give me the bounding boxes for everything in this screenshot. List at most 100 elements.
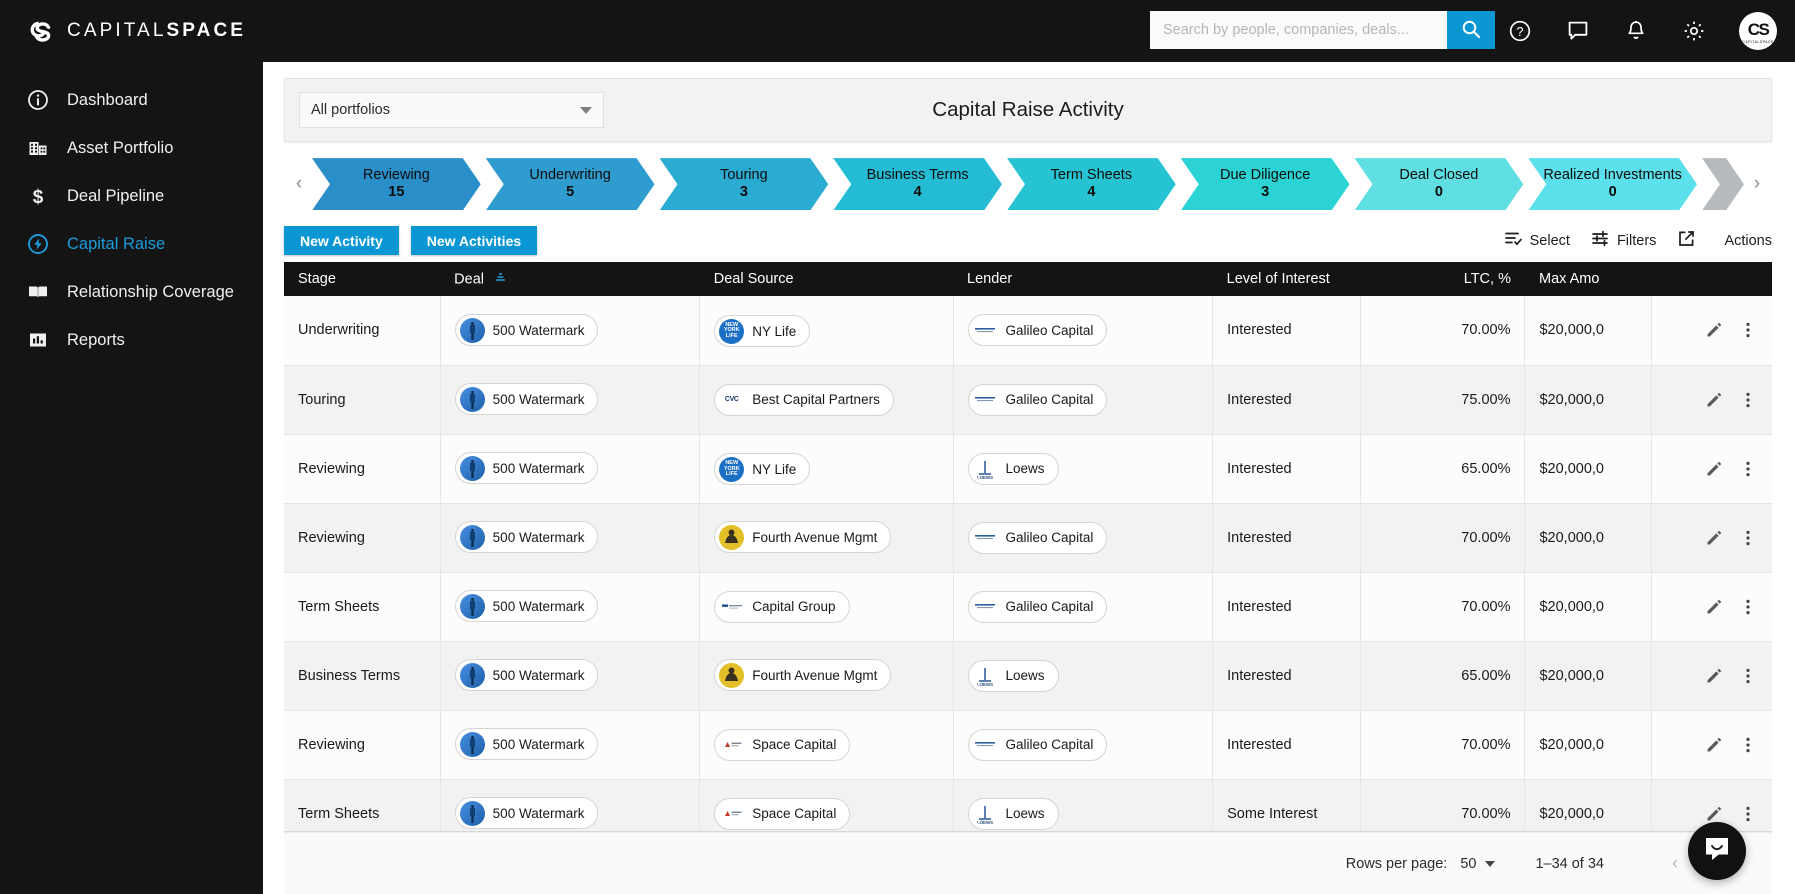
deal-chip[interactable]: 500 Watermark — [454, 797, 599, 830]
deal-chip[interactable]: 500 Watermark — [454, 452, 599, 485]
more-vertical-icon[interactable] — [1738, 320, 1758, 340]
column-header-deal-source[interactable]: Deal Source — [699, 262, 954, 297]
sidebar-item-reports[interactable]: Reports — [0, 316, 263, 364]
pencil-icon[interactable] — [1704, 528, 1724, 548]
source-chip[interactable]: CVC Best Capital Partners — [714, 383, 894, 416]
stage-label: Realized Investments — [1543, 167, 1682, 184]
rows-per-page-select[interactable]: 50 — [1460, 856, 1496, 872]
source-chip[interactable]: Fourth Avenue Mgmt — [714, 521, 892, 554]
table-row[interactable]: Reviewing 500 Watermark NEW YORK LIFE NY Li… — [284, 434, 1772, 504]
lender-chip[interactable]: Galileo Capital — [967, 383, 1108, 416]
source-chip[interactable]: NEW YORK LIFE NY Life — [714, 315, 811, 348]
column-header-ltc[interactable]: LTC, % — [1360, 262, 1525, 297]
more-vertical-icon[interactable] — [1738, 390, 1758, 410]
select-button[interactable]: Select — [1504, 229, 1570, 252]
search-input[interactable] — [1150, 11, 1447, 49]
deal-chip[interactable]: 500 Watermark — [454, 314, 599, 347]
stage-touring[interactable]: Touring 3 — [660, 158, 829, 210]
lender-chip[interactable]: LOEWS Loews — [967, 452, 1059, 485]
portfolio-filter-select[interactable]: All portfolios — [299, 92, 604, 129]
more-vertical-icon[interactable] — [1738, 666, 1758, 686]
stage-reviewing[interactable]: Reviewing 15 — [312, 158, 481, 210]
pencil-icon[interactable] — [1704, 320, 1724, 340]
table-row[interactable]: Touring 500 Watermark CVC Best Capital Pa… — [284, 365, 1772, 435]
source-chip[interactable]: Space Capital — [714, 797, 851, 830]
pencil-icon[interactable] — [1704, 804, 1724, 824]
column-header-lender[interactable]: Lender — [953, 262, 1213, 297]
more-vertical-icon[interactable] — [1738, 597, 1758, 617]
global-search — [1150, 11, 1495, 49]
more-vertical-icon[interactable] — [1738, 804, 1758, 824]
stage-business-terms[interactable]: Business Terms 4 — [833, 158, 1002, 210]
stage-label: Underwriting — [529, 167, 611, 184]
table-row[interactable]: Reviewing 500 Watermark Fourth Avenue Mg… — [284, 503, 1772, 573]
deal-chip[interactable]: 500 Watermark — [454, 728, 599, 761]
deal-chip[interactable]: 500 Watermark — [454, 383, 599, 416]
cell-deal: 500 Watermark — [440, 641, 701, 711]
capital-raise-table-container[interactable]: Stage Deal Deal Source Lender Level of I… — [284, 262, 1772, 832]
lender-chip[interactable]: LOEWS Loews — [967, 659, 1059, 692]
source-chip[interactable]: Fourth Avenue Mgmt — [714, 659, 892, 692]
actions-button[interactable]: Actions — [1724, 233, 1772, 249]
stages-prev-button[interactable]: ‹ — [286, 158, 312, 210]
source-chip-label: Capital Group — [752, 599, 836, 615]
settings-gear-icon[interactable] — [1681, 18, 1707, 44]
deal-chip[interactable]: 500 Watermark — [454, 521, 599, 554]
source-chip[interactable]: NEW YORK LIFE NY Life — [714, 453, 811, 486]
new-activities-button[interactable]: New Activities — [410, 226, 538, 256]
notifications-bell-icon[interactable] — [1623, 18, 1649, 44]
sidebar-item-capital-raise[interactable]: Capital Raise — [0, 220, 263, 268]
lender-chip-label: Loews — [1005, 461, 1045, 477]
cell-level-of-interest: Interested — [1212, 365, 1361, 435]
sidebar: Dashboard Asset Portfolio $ Deal Pipelin… — [0, 62, 263, 894]
chat-launcher-button[interactable] — [1688, 822, 1746, 880]
lender-chip[interactable]: LOEWS Loews — [967, 797, 1059, 830]
pagination-prev-button[interactable]: ‹ — [1658, 847, 1692, 881]
deal-chip[interactable]: 500 Watermark — [454, 590, 599, 623]
pencil-icon[interactable] — [1704, 459, 1724, 479]
more-vertical-icon[interactable] — [1738, 735, 1758, 755]
cell-lender: LOEWS Loews — [953, 779, 1214, 832]
column-header-max-amount[interactable]: Max Amo — [1524, 262, 1652, 297]
pipeline-stage-bar: ‹ Reviewing 15 Underwriting 5 Touring 3 … — [284, 158, 1772, 210]
lender-chip[interactable]: Galileo Capital — [967, 590, 1108, 623]
more-vertical-icon[interactable] — [1738, 459, 1758, 479]
app-logo[interactable]: CAPITALSPACE — [0, 18, 246, 44]
source-chip[interactable]: Capital Group — [714, 590, 850, 623]
lender-chip[interactable]: Galileo Capital — [967, 521, 1108, 554]
sidebar-item-dashboard[interactable]: Dashboard — [0, 76, 263, 124]
sidebar-item-asset-portfolio[interactable]: Asset Portfolio — [0, 124, 263, 172]
table-row[interactable]: Term Sheets 500 Watermark Capital Group … — [284, 572, 1772, 642]
source-chip[interactable]: Space Capital — [714, 728, 851, 761]
stage-term-sheets[interactable]: Term Sheets 4 — [1007, 158, 1176, 210]
search-button[interactable] — [1447, 11, 1495, 49]
stage-realized-investments[interactable]: Realized Investments 0 — [1528, 158, 1697, 210]
sidebar-item-deal-pipeline[interactable]: $ Deal Pipeline — [0, 172, 263, 220]
pencil-icon[interactable] — [1704, 735, 1724, 755]
table-row[interactable]: Business Terms 500 Watermark Fourth Aven… — [284, 641, 1772, 711]
column-header-level-of-interest[interactable]: Level of Interest — [1212, 262, 1361, 297]
export-button[interactable] — [1677, 229, 1703, 252]
chat-icon[interactable] — [1565, 18, 1591, 44]
lender-chip[interactable]: Galileo Capital — [967, 728, 1108, 761]
stages-next-button[interactable]: › — [1744, 158, 1770, 210]
column-header-deal[interactable]: Deal — [440, 262, 700, 297]
filters-button[interactable]: Filters — [1591, 229, 1656, 252]
user-avatar[interactable]: CS CAPITALSPACE — [1739, 12, 1777, 50]
deal-chip[interactable]: 500 Watermark — [454, 659, 599, 692]
stage-deal-closed[interactable]: Deal Closed 0 — [1355, 158, 1524, 210]
sidebar-item-relationship-coverage[interactable]: Relationship Coverage — [0, 268, 263, 316]
table-row[interactable]: Term Sheets 500 Watermark Space Capital … — [284, 779, 1772, 832]
pencil-icon[interactable] — [1704, 666, 1724, 686]
new-activity-button[interactable]: New Activity — [284, 226, 399, 256]
table-row[interactable]: Underwriting 500 Watermark NEW YORK LIFE NY… — [284, 296, 1772, 366]
table-row[interactable]: Reviewing 500 Watermark Space Capital Ga… — [284, 710, 1772, 780]
stage-due-diligence[interactable]: Due Diligence 3 — [1181, 158, 1350, 210]
more-vertical-icon[interactable] — [1738, 528, 1758, 548]
column-header-stage[interactable]: Stage — [284, 262, 441, 297]
stage-underwriting[interactable]: Underwriting 5 — [486, 158, 655, 210]
lender-chip[interactable]: Galileo Capital — [967, 314, 1108, 347]
help-icon[interactable]: ? — [1507, 18, 1533, 44]
pencil-icon[interactable] — [1704, 390, 1724, 410]
pencil-icon[interactable] — [1704, 597, 1724, 617]
